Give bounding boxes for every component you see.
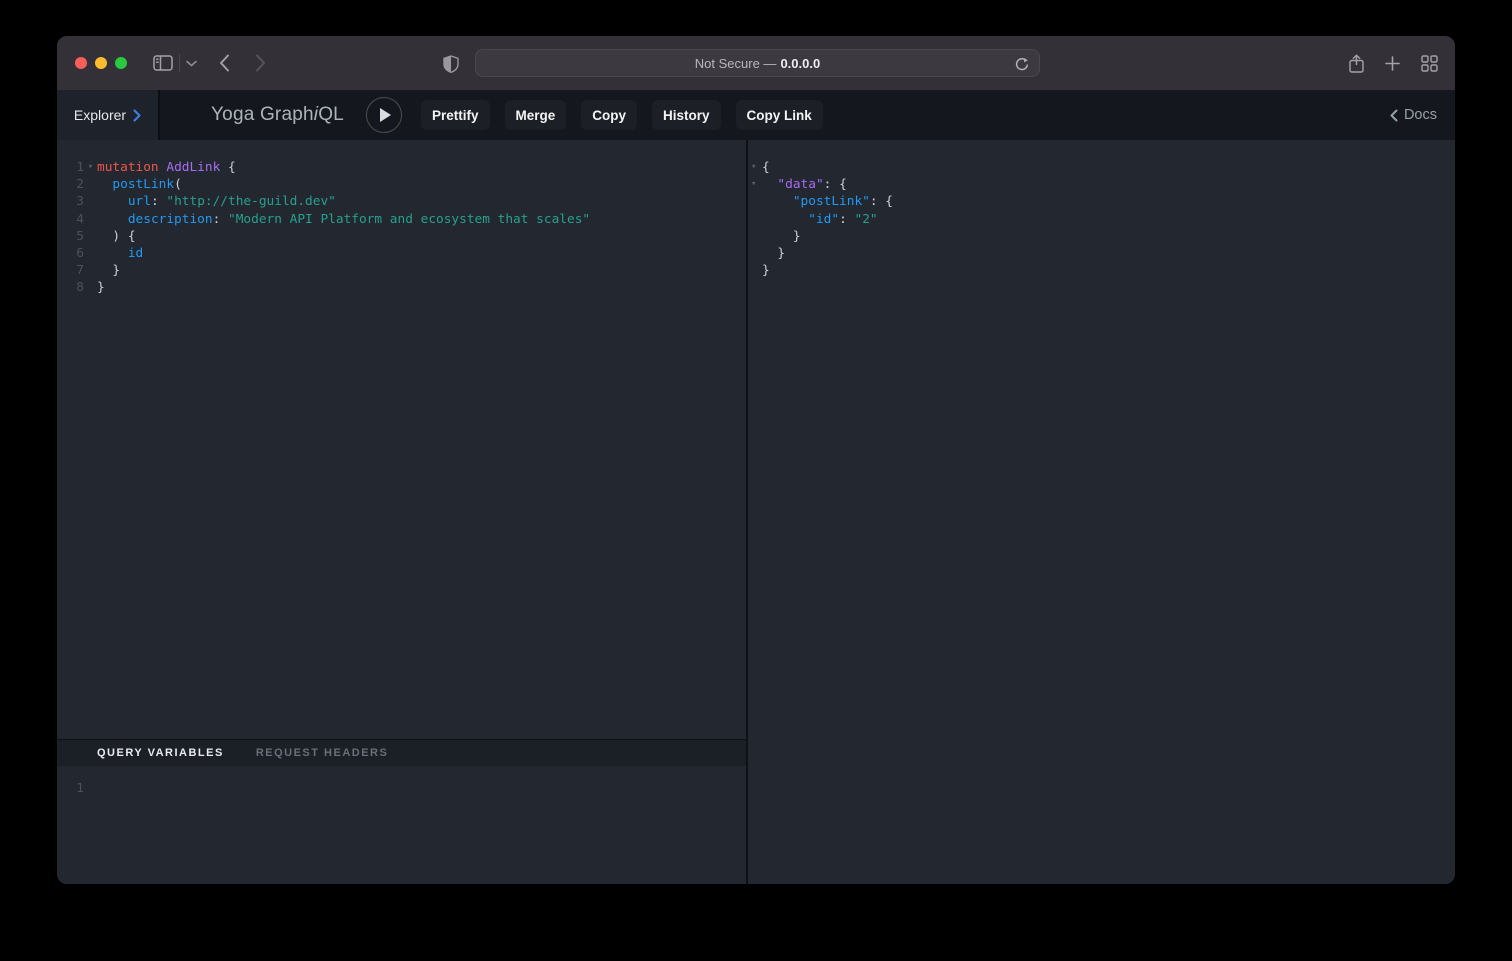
fold-gutter xyxy=(84,279,97,296)
secondary-editor-tabs: QUERY VARIABLES REQUEST HEADERS xyxy=(57,739,746,766)
chevron-left-icon xyxy=(1390,109,1398,122)
fold-gutter xyxy=(748,193,762,210)
docs-label: Docs xyxy=(1404,107,1437,123)
share-button[interactable] xyxy=(1347,53,1365,74)
chevron-down-icon xyxy=(186,60,197,67)
fold-gutter xyxy=(84,176,97,193)
chevron-right-icon xyxy=(133,109,141,122)
sidebar-toggle-button[interactable] xyxy=(152,54,174,72)
fold-gutter xyxy=(748,262,762,279)
code-line: 1 xyxy=(57,780,746,797)
code-line: 5 ) { xyxy=(57,228,746,245)
fold-arrow-icon[interactable]: ▾ xyxy=(748,176,762,193)
share-icon xyxy=(1349,54,1364,73)
graphiql-toolbar: Explorer Yoga GraphiQL Prettify Merge Co… xyxy=(57,90,1455,140)
address-security-label: Not Secure — xyxy=(695,56,777,71)
fold-gutter xyxy=(748,245,762,262)
code-line: } xyxy=(748,262,1455,279)
fold-gutter xyxy=(84,228,97,245)
sidebar-menu-button[interactable] xyxy=(184,57,198,69)
chevron-right-icon xyxy=(255,54,266,72)
address-host: 0.0.0.0 xyxy=(780,56,820,71)
line-number: 2 xyxy=(57,176,84,193)
privacy-report-button[interactable] xyxy=(442,54,459,73)
play-icon xyxy=(380,108,391,122)
code-line: 8} xyxy=(57,279,746,296)
close-window-button[interactable] xyxy=(75,57,87,69)
fold-gutter xyxy=(84,245,97,262)
sidebar-icon xyxy=(153,55,173,71)
prettify-button[interactable]: Prettify xyxy=(421,100,490,130)
code-line: } xyxy=(748,228,1455,245)
code-line: "postLink": { xyxy=(748,193,1455,210)
query-variables-tab[interactable]: QUERY VARIABLES xyxy=(97,747,224,759)
fold-gutter xyxy=(748,228,762,245)
titlebar: Not Secure — 0.0.0.0 xyxy=(57,36,1455,90)
docs-button[interactable]: Docs xyxy=(1390,90,1437,140)
toolbar-buttons: Prettify Merge Copy History Copy Link xyxy=(421,100,823,130)
history-button[interactable]: History xyxy=(652,100,721,130)
fold-arrow-icon[interactable]: ▾ xyxy=(84,159,97,176)
toolbar-separator xyxy=(179,54,180,72)
grid-icon xyxy=(1421,55,1438,72)
response-viewer: ▾{▾ "data": { "postLink": { "id": "2" } … xyxy=(748,140,1455,884)
reload-icon xyxy=(1015,57,1029,72)
line-number: 1 xyxy=(57,780,84,797)
line-number: 7 xyxy=(57,262,84,279)
zoom-window-button[interactable] xyxy=(115,57,127,69)
code-line: } xyxy=(748,245,1455,262)
line-number: 1 xyxy=(57,159,84,176)
code-line: 4 description: "Modern API Platform and … xyxy=(57,211,746,228)
explorer-label: Explorer xyxy=(74,107,126,123)
request-headers-tab[interactable]: REQUEST HEADERS xyxy=(256,747,389,759)
execute-query-button[interactable] xyxy=(366,97,402,133)
app-title: Yoga GraphiQL xyxy=(205,90,350,140)
plus-icon xyxy=(1385,56,1400,71)
main-content: 1▾mutation AddLink {2 postLink(3 url: "h… xyxy=(57,140,1455,884)
line-number: 4 xyxy=(57,211,84,228)
minimize-window-button[interactable] xyxy=(95,57,107,69)
line-number: 6 xyxy=(57,245,84,262)
back-button[interactable] xyxy=(217,53,231,73)
variables-editor[interactable]: 1 xyxy=(57,766,746,884)
new-tab-button[interactable] xyxy=(1383,54,1401,72)
forward-button[interactable] xyxy=(253,53,267,73)
fold-gutter xyxy=(84,780,97,797)
tab-overview-button[interactable] xyxy=(1419,54,1439,72)
code-line: ▾{ xyxy=(748,159,1455,176)
code-line: "id": "2" xyxy=(748,211,1455,228)
query-pane: 1▾mutation AddLink {2 postLink(3 url: "h… xyxy=(57,140,748,884)
address-bar[interactable]: Not Secure — 0.0.0.0 xyxy=(475,49,1040,77)
fold-arrow-icon[interactable]: ▾ xyxy=(748,159,762,176)
reload-button[interactable] xyxy=(1013,55,1031,73)
line-number: 5 xyxy=(57,228,84,245)
fold-gutter xyxy=(748,211,762,228)
code-line: 3 url: "http://the-guild.dev" xyxy=(57,193,746,210)
code-line: 2 postLink( xyxy=(57,176,746,193)
code-line: 7 } xyxy=(57,262,746,279)
fold-gutter xyxy=(84,262,97,279)
code-line: ▾ "data": { xyxy=(748,176,1455,193)
shield-icon xyxy=(443,55,459,73)
explorer-toggle[interactable]: Explorer xyxy=(57,90,160,140)
line-number: 8 xyxy=(57,279,84,296)
merge-button[interactable]: Merge xyxy=(505,100,567,130)
code-line: 1▾mutation AddLink { xyxy=(57,159,746,176)
line-number: 3 xyxy=(57,193,84,210)
browser-window: Not Secure — 0.0.0.0 xyxy=(57,36,1455,884)
copy-button[interactable]: Copy xyxy=(581,100,637,130)
fold-gutter xyxy=(84,193,97,210)
chevron-left-icon xyxy=(219,54,230,72)
fold-gutter xyxy=(84,211,97,228)
code-line: 6 id xyxy=(57,245,746,262)
query-editor[interactable]: 1▾mutation AddLink {2 postLink(3 url: "h… xyxy=(57,140,746,739)
copy-link-button[interactable]: Copy Link xyxy=(736,100,823,130)
